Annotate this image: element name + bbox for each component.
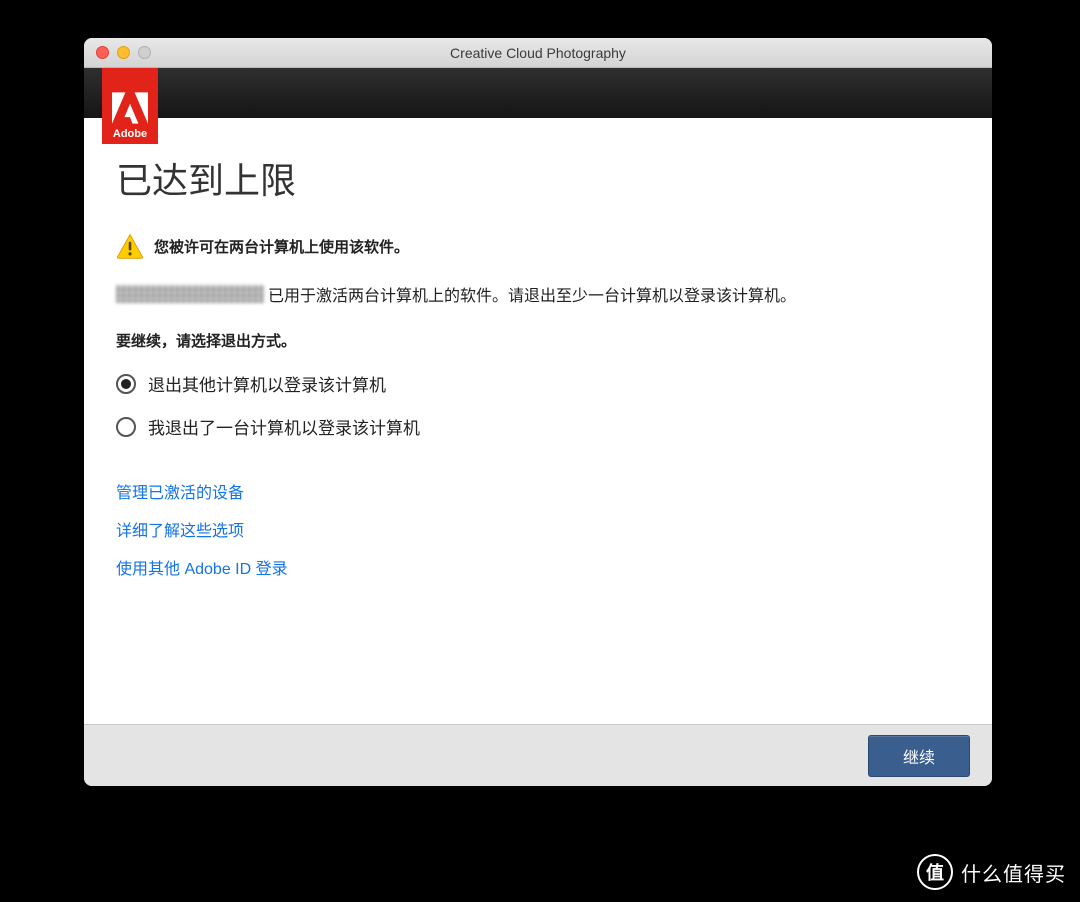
traffic-lights [84,46,151,59]
content-area: 已达到上限 您被许可在两台计算机上使用该软件。 已用于激活两台计算机上的软件。请… [84,118,992,724]
minimize-window-button[interactable] [117,46,130,59]
window-title: Creative Cloud Photography [84,45,992,61]
warning-icon [116,232,144,260]
adobe-a-icon [112,90,148,126]
adobe-logo: Adobe [102,68,158,144]
link-learn-more[interactable]: 详细了解这些选项 [116,517,244,541]
watermark-text: 什么值得买 [961,858,1066,887]
footer-bar: 继续 [84,724,992,786]
app-window: Creative Cloud Photography Adobe 已达到上限 您… [84,38,992,786]
watermark: 值 什么值得买 [917,854,1066,890]
links-list: 管理已激活的设备 详细了解这些选项 使用其他 Adobe ID 登录 [116,479,960,579]
info-line: 已用于激活两台计算机上的软件。请退出至少一台计算机以登录该计算机。 [116,282,960,306]
link-other-adobe-id[interactable]: 使用其他 Adobe ID 登录 [116,555,288,579]
maximize-window-button [138,46,151,59]
radio-label: 退出其他计算机以登录该计算机 [148,371,386,396]
radio-label: 我退出了一台计算机以登录该计算机 [148,414,420,439]
adobe-brand-label: Adobe [113,128,147,140]
warning-row: 您被许可在两台计算机上使用该软件。 [116,232,960,260]
titlebar: Creative Cloud Photography [84,38,992,68]
info-suffix: 已用于激活两台计算机上的软件。请退出至少一台计算机以登录该计算机。 [268,282,796,306]
redacted-account-id [116,285,264,303]
prompt-text: 要继续，请选择退出方式。 [116,330,960,351]
radio-icon [116,417,136,437]
header-band: Adobe [84,68,992,118]
warning-text: 您被许可在两台计算机上使用该软件。 [154,236,409,257]
radio-icon [116,374,136,394]
continue-button[interactable]: 继续 [868,735,970,777]
watermark-badge-icon: 值 [917,854,953,890]
link-manage-devices[interactable]: 管理已激活的设备 [116,479,244,503]
radio-option-signout-others[interactable]: 退出其他计算机以登录该计算机 [116,371,960,396]
radio-option-already-signed-out[interactable]: 我退出了一台计算机以登录该计算机 [116,414,960,439]
signout-radio-group: 退出其他计算机以登录该计算机 我退出了一台计算机以登录该计算机 [116,371,960,439]
close-window-button[interactable] [96,46,109,59]
page-heading: 已达到上限 [116,152,960,204]
